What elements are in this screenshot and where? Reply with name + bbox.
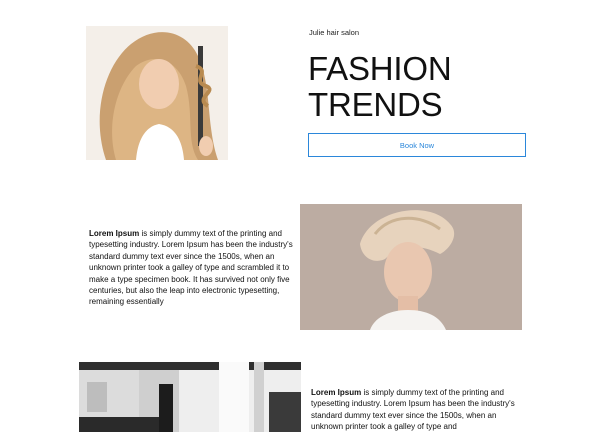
paragraph-bold-lead: Lorem Ipsum: [89, 229, 140, 238]
headline-line-2: TRENDS: [308, 86, 443, 123]
hero-photo: [86, 26, 228, 160]
brand-name: Julie hair salon: [309, 28, 360, 37]
salon-interior-image: [79, 362, 301, 432]
page-headline: FASHION TRENDS: [308, 51, 528, 123]
secondary-paragraph: Lorem Ipsum is simply dummy text of the …: [311, 387, 519, 433]
paragraph-body: is simply dummy text of the printing and…: [89, 229, 293, 307]
intro-paragraph: Lorem Ipsum is simply dummy text of the …: [89, 228, 293, 308]
short-hair-woman-image: [300, 204, 522, 330]
portrait-photo: [300, 204, 522, 330]
headline-line-1: FASHION: [308, 50, 452, 87]
woman-curling-hair-image: [86, 26, 228, 160]
book-now-button[interactable]: Book Now: [308, 133, 526, 157]
paragraph-bold-lead: Lorem Ipsum: [311, 388, 362, 397]
salon-interior-photo: [79, 362, 301, 432]
